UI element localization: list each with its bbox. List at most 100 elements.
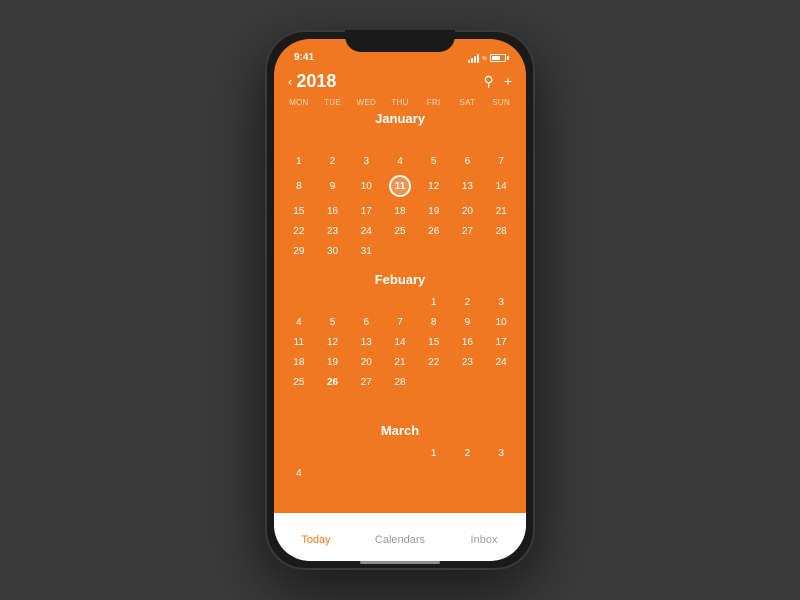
- list-item[interactable]: 22: [417, 353, 451, 371]
- days-of-week-header: MON TUE WED THU FRI SAT SUN: [274, 98, 526, 107]
- list-item[interactable]: 10: [484, 313, 518, 331]
- table-row: [383, 444, 417, 462]
- list-item[interactable]: 26: [417, 222, 451, 240]
- list-item[interactable]: 1: [417, 444, 451, 462]
- list-item[interactable]: 13: [349, 333, 383, 351]
- table-row: [282, 132, 316, 150]
- month-name-march: March: [282, 423, 518, 438]
- tab-calendars[interactable]: Calendars: [358, 528, 442, 546]
- list-item[interactable]: 29: [282, 242, 316, 260]
- list-item[interactable]: 3: [484, 293, 518, 311]
- month-name-january: January: [282, 111, 518, 126]
- tab-inbox[interactable]: Inbox: [442, 528, 526, 546]
- january-grid: 1 2 3 4 5 6 7 8 9 10 11 12 13 14: [282, 132, 518, 260]
- list-item[interactable]: 7: [484, 152, 518, 170]
- list-item[interactable]: 15: [417, 333, 451, 351]
- list-item[interactable]: 15: [282, 202, 316, 220]
- list-item[interactable]: 19: [417, 202, 451, 220]
- list-item[interactable]: 26: [316, 373, 350, 391]
- table-row: [484, 242, 518, 260]
- phone-screen: 9:41 ≈ ‹ 2018 ⚲ +: [274, 39, 526, 561]
- dow-tue: TUE: [316, 98, 350, 107]
- list-item[interactable]: 4: [282, 464, 316, 482]
- list-item[interactable]: 6: [349, 313, 383, 331]
- table-row: [484, 373, 518, 391]
- list-item[interactable]: 21: [484, 202, 518, 220]
- list-item[interactable]: 31: [349, 242, 383, 260]
- dow-fri: FRI: [417, 98, 451, 107]
- list-item[interactable]: 2: [451, 444, 485, 462]
- table-row: [349, 132, 383, 150]
- list-item[interactable]: 12: [417, 172, 451, 200]
- list-item[interactable]: 14: [383, 333, 417, 351]
- list-item[interactable]: 16: [316, 202, 350, 220]
- list-item[interactable]: 25: [282, 373, 316, 391]
- home-indicator: [360, 561, 440, 564]
- list-item[interactable]: 3: [484, 444, 518, 462]
- list-item[interactable]: 4: [383, 152, 417, 170]
- list-item[interactable]: 5: [316, 313, 350, 331]
- list-item[interactable]: 24: [349, 222, 383, 240]
- dow-wed: WED: [349, 98, 383, 107]
- list-item[interactable]: 4: [282, 313, 316, 331]
- list-item[interactable]: 19: [316, 353, 350, 371]
- list-item[interactable]: 13: [451, 172, 485, 200]
- list-item[interactable]: 20: [349, 353, 383, 371]
- table-row: [417, 242, 451, 260]
- power-button: [535, 150, 539, 205]
- list-item[interactable]: 1: [417, 293, 451, 311]
- dow-sun: SUN: [484, 98, 518, 107]
- table-row: [316, 132, 350, 150]
- list-item[interactable]: 6: [451, 152, 485, 170]
- today-cell[interactable]: 11: [383, 172, 417, 200]
- list-item[interactable]: 17: [484, 333, 518, 351]
- list-item[interactable]: 8: [417, 313, 451, 331]
- list-item[interactable]: 2: [451, 293, 485, 311]
- march-grid: 1 2 3 4: [282, 444, 518, 482]
- signal-icon: [468, 54, 479, 63]
- list-item[interactable]: 18: [282, 353, 316, 371]
- add-icon[interactable]: +: [504, 73, 512, 90]
- list-item[interactable]: 14: [484, 172, 518, 200]
- today-indicator: 11: [389, 175, 411, 197]
- phone-frame: 9:41 ≈ ‹ 2018 ⚲ +: [265, 30, 535, 570]
- table-row: [451, 132, 485, 150]
- list-item[interactable]: 10: [349, 172, 383, 200]
- month-january: January 1 2 3 4 5 6 7: [282, 111, 518, 260]
- list-item[interactable]: 23: [316, 222, 350, 240]
- list-item[interactable]: 30: [316, 242, 350, 260]
- year-navigation[interactable]: ‹ 2018: [288, 71, 336, 92]
- list-item[interactable]: 2: [316, 152, 350, 170]
- list-item[interactable]: 3: [349, 152, 383, 170]
- table-row: [282, 444, 316, 462]
- list-item[interactable]: 9: [316, 172, 350, 200]
- table-row: [451, 373, 485, 391]
- list-item[interactable]: 27: [451, 222, 485, 240]
- back-arrow-icon[interactable]: ‹: [288, 74, 292, 89]
- search-icon[interactable]: ⚲: [484, 73, 494, 90]
- list-item[interactable]: 16: [451, 333, 485, 351]
- list-item[interactable]: 24: [484, 353, 518, 371]
- calendar-header: ‹ 2018 ⚲ +: [274, 67, 526, 98]
- table-row: [417, 373, 451, 391]
- list-item[interactable]: 9: [451, 313, 485, 331]
- list-item[interactable]: 28: [383, 373, 417, 391]
- tab-today[interactable]: Today: [274, 528, 358, 546]
- list-item[interactable]: 18: [383, 202, 417, 220]
- list-item[interactable]: 21: [383, 353, 417, 371]
- list-item[interactable]: 7: [383, 313, 417, 331]
- list-item[interactable]: 25: [383, 222, 417, 240]
- list-item[interactable]: 23: [451, 353, 485, 371]
- list-item[interactable]: 22: [282, 222, 316, 240]
- notch: [345, 30, 455, 52]
- list-item[interactable]: 28: [484, 222, 518, 240]
- list-item[interactable]: 17: [349, 202, 383, 220]
- list-item[interactable]: 5: [417, 152, 451, 170]
- table-row: [282, 393, 316, 411]
- list-item[interactable]: 12: [316, 333, 350, 351]
- list-item[interactable]: 27: [349, 373, 383, 391]
- list-item[interactable]: 8: [282, 172, 316, 200]
- list-item[interactable]: 20: [451, 202, 485, 220]
- list-item[interactable]: 11: [282, 333, 316, 351]
- list-item[interactable]: 1: [282, 152, 316, 170]
